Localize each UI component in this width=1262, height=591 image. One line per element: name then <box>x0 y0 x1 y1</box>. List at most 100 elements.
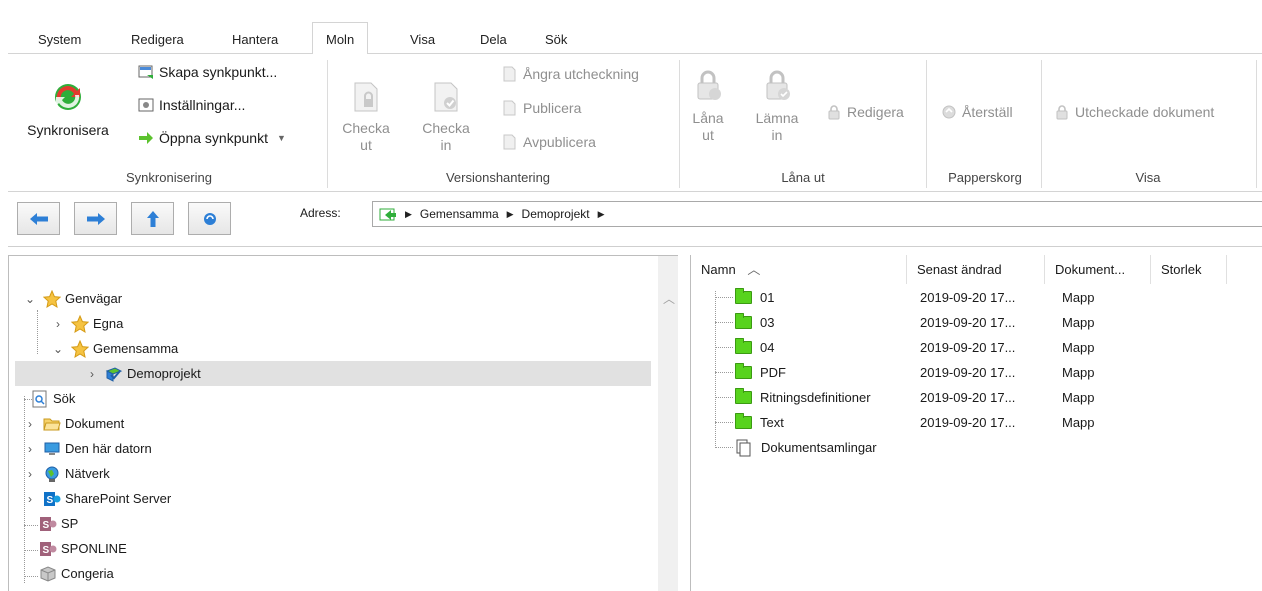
tree-item-demoprojekt[interactable]: › Demoprojekt <box>15 361 651 386</box>
list-item[interactable]: Text 2019-09-20 17... Mapp <box>691 410 1261 435</box>
sync-button[interactable]: Synkronisera <box>18 80 118 139</box>
column-header-senast-andrad[interactable]: Senast ändrad <box>907 255 1045 284</box>
tab-visa[interactable]: Visa <box>404 22 441 54</box>
return-label-2: in <box>771 127 783 143</box>
ribbon-tab-bar: System Redigera Hantera Moln Visa Dela S… <box>8 22 1262 55</box>
tree-item-sp[interactable]: S SP <box>31 511 78 536</box>
return-button[interactable]: Lämna in <box>754 70 800 144</box>
tab-redigera[interactable]: Redigera <box>125 22 190 54</box>
arrow-up-icon <box>146 210 159 227</box>
group-label-version: Versionshantering <box>445 170 551 185</box>
tree-item-label: Demoprojekt <box>127 366 201 381</box>
group-label-view: Visa <box>1135 170 1161 185</box>
checked-out-documents-button[interactable]: Utcheckade dokument <box>1054 104 1214 120</box>
star-icon <box>71 314 89 333</box>
open-syncpoint-button[interactable]: Öppna synkpunkt ▼ <box>138 130 286 146</box>
chevron-up-icon[interactable]: ︿ <box>663 290 675 307</box>
list-item-date: 2019-09-20 17... <box>920 290 1016 305</box>
settings-icon <box>138 97 154 113</box>
chevron-right-icon[interactable]: › <box>23 442 37 456</box>
checkout-label: Checka <box>342 120 390 136</box>
tree-item-den-har-datorn[interactable]: › Den här datorn <box>23 436 152 461</box>
divider <box>1041 60 1042 188</box>
tab-hantera[interactable]: Hantera <box>226 22 284 54</box>
list-item-type: Mapp <box>1062 390 1095 405</box>
tree-item-congeria[interactable]: Congeria <box>31 561 114 586</box>
breadcrumb-separator-icon[interactable]: ▶ <box>507 209 514 220</box>
column-header-dokument[interactable]: Dokument... <box>1045 255 1151 284</box>
chevron-down-icon[interactable]: ▼ <box>277 133 286 143</box>
list-item[interactable]: Dokumentsamlingar <box>691 435 1261 460</box>
tree-line <box>715 447 733 448</box>
chevron-down-icon[interactable]: ⌄ <box>51 342 65 356</box>
tree-item-natverk[interactable]: › Nätverk <box>23 461 110 486</box>
restore-label: Återställ <box>962 104 1013 120</box>
checkin-button[interactable]: Checka in <box>418 82 474 154</box>
undo-checkout-button[interactable]: Ångra utcheckning <box>502 66 639 82</box>
list-item-type: Mapp <box>1062 365 1095 380</box>
tab-moln[interactable]: Moln <box>312 22 369 55</box>
tree-item-sharepoint-server[interactable]: › S SharePoint Server <box>23 486 171 511</box>
folder-icon <box>735 363 752 379</box>
settings-button[interactable]: Inställningar... <box>138 97 245 113</box>
tab-system[interactable]: System <box>32 22 87 54</box>
star-icon <box>43 289 61 308</box>
list-item[interactable]: 01 2019-09-20 17... Mapp <box>691 285 1261 310</box>
breadcrumb-separator-icon[interactable]: ▶ <box>405 209 412 220</box>
restore-button[interactable]: Återställ <box>941 104 1013 120</box>
tree-item-label: Nätverk <box>65 466 110 481</box>
tree-item-label: Egna <box>93 316 124 331</box>
tree-item-label: Genvägar <box>65 291 123 306</box>
column-header-namn[interactable]: Namn ︿ <box>691 255 907 284</box>
borrow-button[interactable]: Låna ut <box>688 70 728 144</box>
document-collection-icon <box>735 439 753 457</box>
list-item-name: 01 <box>760 290 775 305</box>
chevron-right-icon[interactable]: › <box>23 492 37 506</box>
tree-item-sok[interactable]: Sök <box>31 386 75 411</box>
breadcrumb-separator-icon[interactable]: ▶ <box>598 209 605 220</box>
edit-button[interactable]: Redigera <box>826 104 904 120</box>
chevron-right-icon[interactable]: › <box>85 367 99 381</box>
list-item[interactable]: 03 2019-09-20 17... Mapp <box>691 310 1261 335</box>
tree-item-sponline[interactable]: S SPONLINE <box>31 536 127 561</box>
forward-button[interactable] <box>74 202 117 235</box>
list-item-type: Mapp <box>1062 415 1095 430</box>
folder-tree: ⌄ Genvägar › Egna ⌄ Gemensamma › Demopro… <box>8 255 678 591</box>
chevron-right-icon[interactable]: › <box>23 417 37 431</box>
svg-text:S: S <box>43 520 50 531</box>
tree-item-label: Den här datorn <box>65 441 152 456</box>
create-syncpoint-button[interactable]: Skapa synkpunkt... <box>138 64 277 80</box>
tree-item-dokument[interactable]: › Dokument <box>23 411 124 436</box>
lock-icon <box>688 70 728 106</box>
list-item[interactable]: Ritningsdefinitioner 2019-09-20 17... Ma… <box>691 385 1261 410</box>
chevron-right-icon[interactable]: › <box>23 467 37 481</box>
tree-item-genvagar[interactable]: ⌄ Genvägar <box>23 286 122 311</box>
tree-item-egna[interactable]: › Egna <box>51 311 123 336</box>
column-header-storlek[interactable]: Storlek <box>1151 255 1227 284</box>
breadcrumb-item[interactable]: Demoprojekt <box>522 207 590 221</box>
tree-item-gemensamma[interactable]: ⌄ Gemensamma <box>51 336 178 361</box>
up-button[interactable] <box>131 202 174 235</box>
back-button[interactable] <box>17 202 60 235</box>
list-item-type: Mapp <box>1062 290 1095 305</box>
list-item-date: 2019-09-20 17... <box>920 365 1016 380</box>
refresh-button[interactable] <box>188 202 231 235</box>
tab-dela[interactable]: Dela <box>474 22 513 54</box>
tab-sok[interactable]: Sök <box>539 22 573 54</box>
list-item[interactable]: PDF 2019-09-20 17... Mapp <box>691 360 1261 385</box>
undo-checkout-label: Ångra utcheckning <box>523 66 639 82</box>
borrow-label-2: ut <box>702 127 714 143</box>
list-item-date: 2019-09-20 17... <box>920 340 1016 355</box>
publish-icon <box>502 100 518 116</box>
chevron-down-icon[interactable]: ⌄ <box>23 292 37 306</box>
breadcrumb-item[interactable]: Gemensamma <box>420 207 499 221</box>
list-item[interactable]: 04 2019-09-20 17... Mapp <box>691 335 1261 360</box>
tree-line <box>715 422 733 423</box>
address-bar[interactable]: ▶ Gemensamma ▶ Demoprojekt ▶ <box>372 201 1262 227</box>
checkout-button[interactable]: Checka ut <box>338 82 394 154</box>
tree-scrollbar[interactable]: ︿ <box>658 256 678 591</box>
publish-button[interactable]: Publicera <box>502 100 581 116</box>
chevron-right-icon[interactable]: › <box>51 317 65 331</box>
unpublish-button[interactable]: Avpublicera <box>502 134 596 150</box>
create-syncpoint-label: Skapa synkpunkt... <box>159 64 278 80</box>
